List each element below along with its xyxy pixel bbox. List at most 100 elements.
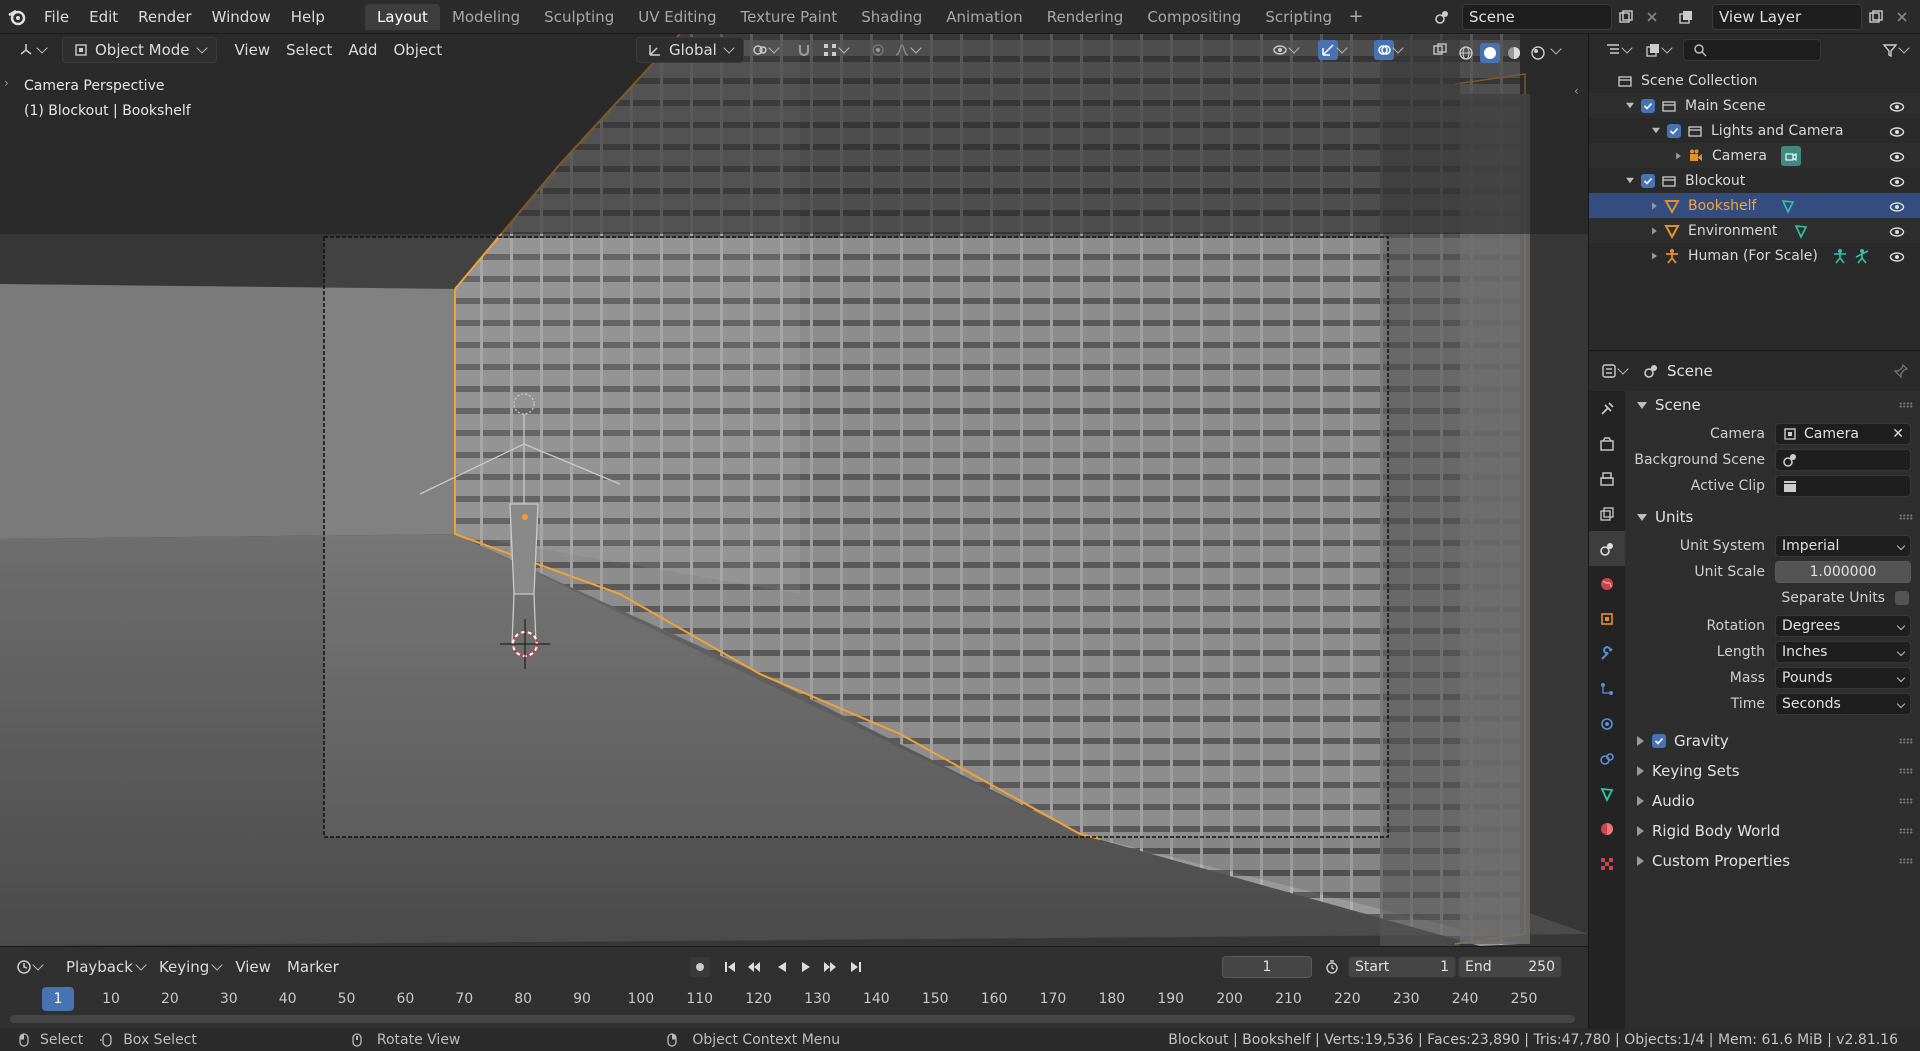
play-reverse-icon[interactable]	[772, 957, 792, 977]
shading-options-chevron[interactable]	[1550, 43, 1562, 55]
timeline-scrollbar[interactable]	[10, 1015, 1575, 1023]
tab-scripting[interactable]: Scripting	[1253, 4, 1344, 30]
record-button[interactable]	[690, 957, 710, 977]
panel-audio-header[interactable]: Audio	[1625, 787, 1920, 815]
tab-physics[interactable]	[1589, 706, 1625, 741]
tab-animation[interactable]: Animation	[934, 4, 1034, 30]
mesh-data-icon[interactable]	[1778, 196, 1798, 216]
sidebar-expand-arrow[interactable]: ‹	[1574, 84, 1579, 98]
menu-object[interactable]: Object	[385, 37, 450, 63]
background-scene-field[interactable]	[1775, 449, 1911, 471]
add-workspace-button[interactable]: +	[1344, 5, 1368, 29]
visibility-selectability-button[interactable]	[1262, 37, 1308, 63]
tab-object[interactable]	[1589, 601, 1625, 636]
tab-sculpting[interactable]: Sculpting	[532, 4, 626, 30]
3d-viewport[interactable]: Object Mode View Select Add Object Globa…	[0, 34, 1588, 946]
menu-marker[interactable]: Marker	[279, 958, 347, 976]
editor-type-button[interactable]	[8, 37, 56, 63]
mass-units-dropdown[interactable]: Pounds	[1775, 667, 1911, 689]
menu-render[interactable]: Render	[128, 0, 201, 34]
view-layer-field[interactable]: View Layer	[1712, 4, 1862, 30]
panel-drag-handle[interactable]	[1899, 514, 1913, 520]
menu-playback[interactable]: Playback	[58, 958, 141, 976]
outliner-row-lights-and-camera[interactable]: Lights and Camera	[1589, 118, 1920, 143]
shading-rendered-icon[interactable]	[1528, 43, 1548, 63]
expand-arrow[interactable]	[1652, 202, 1657, 209]
shading-solid-icon[interactable]	[1480, 43, 1500, 63]
tab-rendering[interactable]: Rendering	[1035, 4, 1136, 30]
armature-data-icon[interactable]	[1830, 246, 1850, 266]
tab-tool[interactable]	[1589, 391, 1625, 426]
display-mode-button[interactable]	[1641, 37, 1675, 63]
timeline-editor-type-button[interactable]	[10, 954, 48, 980]
next-keyframe-icon[interactable]	[820, 957, 840, 977]
tab-shading[interactable]: Shading	[849, 4, 934, 30]
jump-end-icon[interactable]	[846, 957, 866, 977]
menu-view[interactable]: View	[227, 37, 279, 63]
menu-window[interactable]: Window	[202, 0, 281, 34]
properties-editor-type-button[interactable]	[1597, 358, 1631, 384]
filter-button[interactable]	[1878, 37, 1912, 63]
tab-render[interactable]	[1589, 426, 1625, 461]
include-checkbox[interactable]	[1641, 98, 1655, 113]
eye-icon[interactable]	[1887, 222, 1907, 242]
eye-icon[interactable]	[1887, 172, 1907, 192]
unit-scale-field[interactable]: 1.000000	[1775, 561, 1911, 583]
shading-wireframe-icon[interactable]	[1456, 43, 1476, 63]
clear-camera-icon[interactable]: ✕	[1892, 426, 1904, 442]
pivot-point-button[interactable]	[742, 37, 788, 63]
scene-camera-field[interactable]: Camera ✕	[1775, 423, 1911, 445]
object-mode-dropdown[interactable]: Object Mode	[62, 37, 217, 63]
new-view-layer-icon[interactable]	[1866, 7, 1886, 27]
time-units-dropdown[interactable]: Seconds	[1775, 693, 1911, 715]
menu-help[interactable]: Help	[281, 0, 335, 34]
outliner-row-scene-collection[interactable]: Scene Collection	[1589, 68, 1920, 93]
transform-orientation-dropdown[interactable]: Global	[636, 37, 744, 63]
outliner-row-main-scene[interactable]: Main Scene	[1589, 93, 1920, 118]
outliner-row-environment[interactable]: Environment	[1589, 218, 1920, 243]
tab-uv-editing[interactable]: UV Editing	[626, 4, 728, 30]
separate-units-checkbox[interactable]	[1895, 591, 1909, 605]
rotation-units-dropdown[interactable]: Degrees	[1775, 615, 1911, 637]
tab-modeling[interactable]: Modeling	[440, 4, 532, 30]
view-layer-browse-icon[interactable]	[1676, 7, 1696, 27]
eye-icon[interactable]	[1887, 197, 1907, 217]
outliner-row-camera[interactable]: Camera	[1589, 143, 1920, 168]
outliner-search-input[interactable]	[1683, 39, 1821, 61]
tab-texture[interactable]	[1589, 846, 1625, 881]
panel-units-header[interactable]: Units	[1625, 503, 1920, 531]
tab-texture-paint[interactable]: Texture Paint	[728, 4, 849, 30]
scene-browse-icon[interactable]	[1432, 7, 1452, 27]
snap-target-button[interactable]	[812, 37, 858, 63]
panel-drag-handle[interactable]	[1899, 768, 1913, 774]
remove-view-layer-icon[interactable]	[1892, 7, 1912, 27]
tab-particles[interactable]	[1589, 671, 1625, 706]
camera-data-icon[interactable]	[1780, 145, 1801, 166]
jump-start-icon[interactable]	[720, 957, 740, 977]
panel-gravity-header[interactable]: Gravity	[1625, 727, 1920, 755]
panel-drag-handle[interactable]	[1899, 798, 1913, 804]
mesh-data-icon[interactable]	[1791, 221, 1811, 241]
outliner-row-blockout[interactable]: Blockout	[1589, 168, 1920, 193]
tab-compositing[interactable]: Compositing	[1135, 4, 1253, 30]
tab-view-layer[interactable]	[1589, 496, 1625, 531]
active-clip-field[interactable]	[1775, 475, 1911, 497]
panel-drag-handle[interactable]	[1899, 402, 1913, 408]
tab-world[interactable]	[1589, 566, 1625, 601]
expand-arrow[interactable]	[1652, 127, 1660, 134]
eye-icon[interactable]	[1887, 122, 1907, 142]
expand-arrow[interactable]	[1652, 252, 1657, 259]
end-frame-field[interactable]: End 250	[1458, 956, 1562, 978]
outliner-editor-type-button[interactable]	[1601, 37, 1635, 63]
tab-scene[interactable]	[1589, 531, 1625, 566]
panel-custom-properties-header[interactable]: Custom Properties	[1625, 847, 1920, 875]
eye-icon[interactable]	[1887, 147, 1907, 167]
tab-constraints[interactable]	[1589, 741, 1625, 776]
prev-keyframe-icon[interactable]	[744, 957, 764, 977]
viewport-scene[interactable]	[0, 34, 1588, 946]
expand-arrow[interactable]	[1626, 177, 1634, 184]
outliner-row-bookshelf[interactable]: Bookshelf	[1589, 193, 1920, 218]
include-checkbox[interactable]	[1667, 123, 1681, 138]
tab-modifiers[interactable]	[1589, 636, 1625, 671]
panel-rigid-body-header[interactable]: Rigid Body World	[1625, 817, 1920, 845]
